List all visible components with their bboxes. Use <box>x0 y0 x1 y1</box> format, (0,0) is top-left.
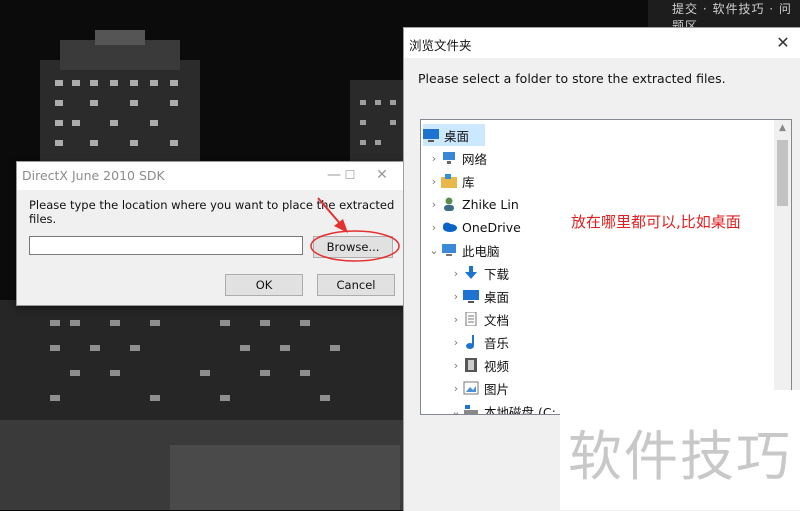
chevron-right-icon[interactable]: › <box>449 290 463 303</box>
onedrive-icon <box>441 220 457 234</box>
maximize-icon[interactable]: ☐ <box>335 165 365 185</box>
tree-item-label: 视频 <box>484 358 510 374</box>
tree-item-music[interactable]: › 音乐 <box>449 331 509 353</box>
computer-icon <box>441 243 457 257</box>
browse-button[interactable]: Browse... <box>313 236 393 258</box>
tree-item-label: 文档 <box>484 312 510 328</box>
directx-extract-dialog: DirectX June 2010 SDK — ☐ ✕ Please type … <box>16 161 405 306</box>
extract-path-input[interactable] <box>29 236 303 255</box>
tree-item-desktop-sub[interactable]: › 桌面 <box>449 285 509 307</box>
browse-instructions: Please select a folder to store the extr… <box>418 71 726 86</box>
tree-item-desktop[interactable]: 桌面 <box>423 124 485 146</box>
tree-item-label: 音乐 <box>484 335 510 351</box>
chevron-right-icon[interactable]: › <box>427 198 441 211</box>
tree-item-label: 桌面 <box>444 128 470 144</box>
tree-item-label: 网络 <box>462 151 488 167</box>
chevron-right-icon[interactable]: › <box>449 382 463 395</box>
chevron-down-icon[interactable]: ⌄ <box>427 244 441 257</box>
library-icon <box>441 174 457 188</box>
tree-item-label: 下载 <box>484 266 510 282</box>
chevron-right-icon[interactable]: › <box>449 359 463 372</box>
chevron-right-icon[interactable]: › <box>427 175 441 188</box>
tree-item-onedrive[interactable]: › OneDrive <box>427 216 521 238</box>
watermark-text: 软件技巧 <box>568 425 792 488</box>
user-icon <box>441 197 457 211</box>
tree-item-user[interactable]: › Zhike Lin <box>427 193 519 215</box>
chevron-right-icon[interactable]: › <box>449 267 463 280</box>
tree-item-documents[interactable]: › 文档 <box>449 308 509 330</box>
ok-button[interactable]: OK <box>225 274 303 296</box>
location-prompt: Please type the location where you want … <box>29 198 395 226</box>
scroll-up-icon[interactable]: ▲ <box>774 120 791 137</box>
tree-item-pictures[interactable]: › 图片 <box>449 377 509 399</box>
browse-dialog-titlebar[interactable]: 浏览文件夹 ✕ <box>404 28 800 58</box>
tree-item-label: 此电脑 <box>462 243 500 259</box>
chevron-right-icon[interactable]: › <box>427 152 441 165</box>
disk-icon <box>463 404 479 414</box>
video-icon <box>463 358 479 372</box>
annotation-note: 放在哪里都可以,比如桌面 <box>571 213 741 231</box>
desktop-icon <box>423 128 439 142</box>
browse-dialog-title: 浏览文件夹 <box>409 38 472 53</box>
network-icon <box>441 151 457 165</box>
tree-item-label: OneDrive <box>462 219 521 235</box>
music-icon <box>463 335 479 349</box>
tree-item-label: Zhike Lin <box>462 196 519 212</box>
tree-item-label: 桌面 <box>484 289 510 305</box>
tree-item-label: 本地磁盘 (C: <box>484 404 556 415</box>
tree-scrollbar[interactable]: ▲ <box>774 120 791 414</box>
chevron-right-icon[interactable]: › <box>449 336 463 349</box>
download-icon <box>463 266 479 280</box>
tree-item-label: 库 <box>462 174 475 190</box>
chevron-right-icon[interactable]: › <box>449 313 463 326</box>
tree-item-network[interactable]: › 网络 <box>427 147 487 169</box>
tree-item-videos[interactable]: › 视频 <box>449 354 509 376</box>
close-icon[interactable]: ✕ <box>367 165 397 185</box>
tree-item-downloads[interactable]: › 下载 <box>449 262 509 284</box>
tree-item-local-disk[interactable]: ⌄ 本地磁盘 (C: <box>449 400 556 415</box>
scrollbar-thumb[interactable] <box>777 140 788 206</box>
desktop-icon <box>463 289 479 303</box>
picture-icon <box>463 381 479 395</box>
folder-tree[interactable]: 桌面 › 网络 › 库 › Zhike Lin › OneDrive ⌄ 此电脑 <box>420 119 792 415</box>
dialog-title: DirectX June 2010 SDK <box>22 168 165 183</box>
tree-item-label: 图片 <box>484 381 510 397</box>
close-icon[interactable]: ✕ <box>771 32 795 54</box>
document-icon <box>463 311 479 327</box>
tree-item-library[interactable]: › 库 <box>427 170 475 192</box>
cancel-button[interactable]: Cancel <box>317 274 395 296</box>
dialog-titlebar[interactable]: DirectX June 2010 SDK — ☐ ✕ <box>17 162 404 190</box>
tree-item-this-pc[interactable]: ⌄ 此电脑 <box>427 239 500 261</box>
chevron-down-icon[interactable]: ⌄ <box>449 405 463 415</box>
chevron-right-icon[interactable]: › <box>427 221 441 234</box>
